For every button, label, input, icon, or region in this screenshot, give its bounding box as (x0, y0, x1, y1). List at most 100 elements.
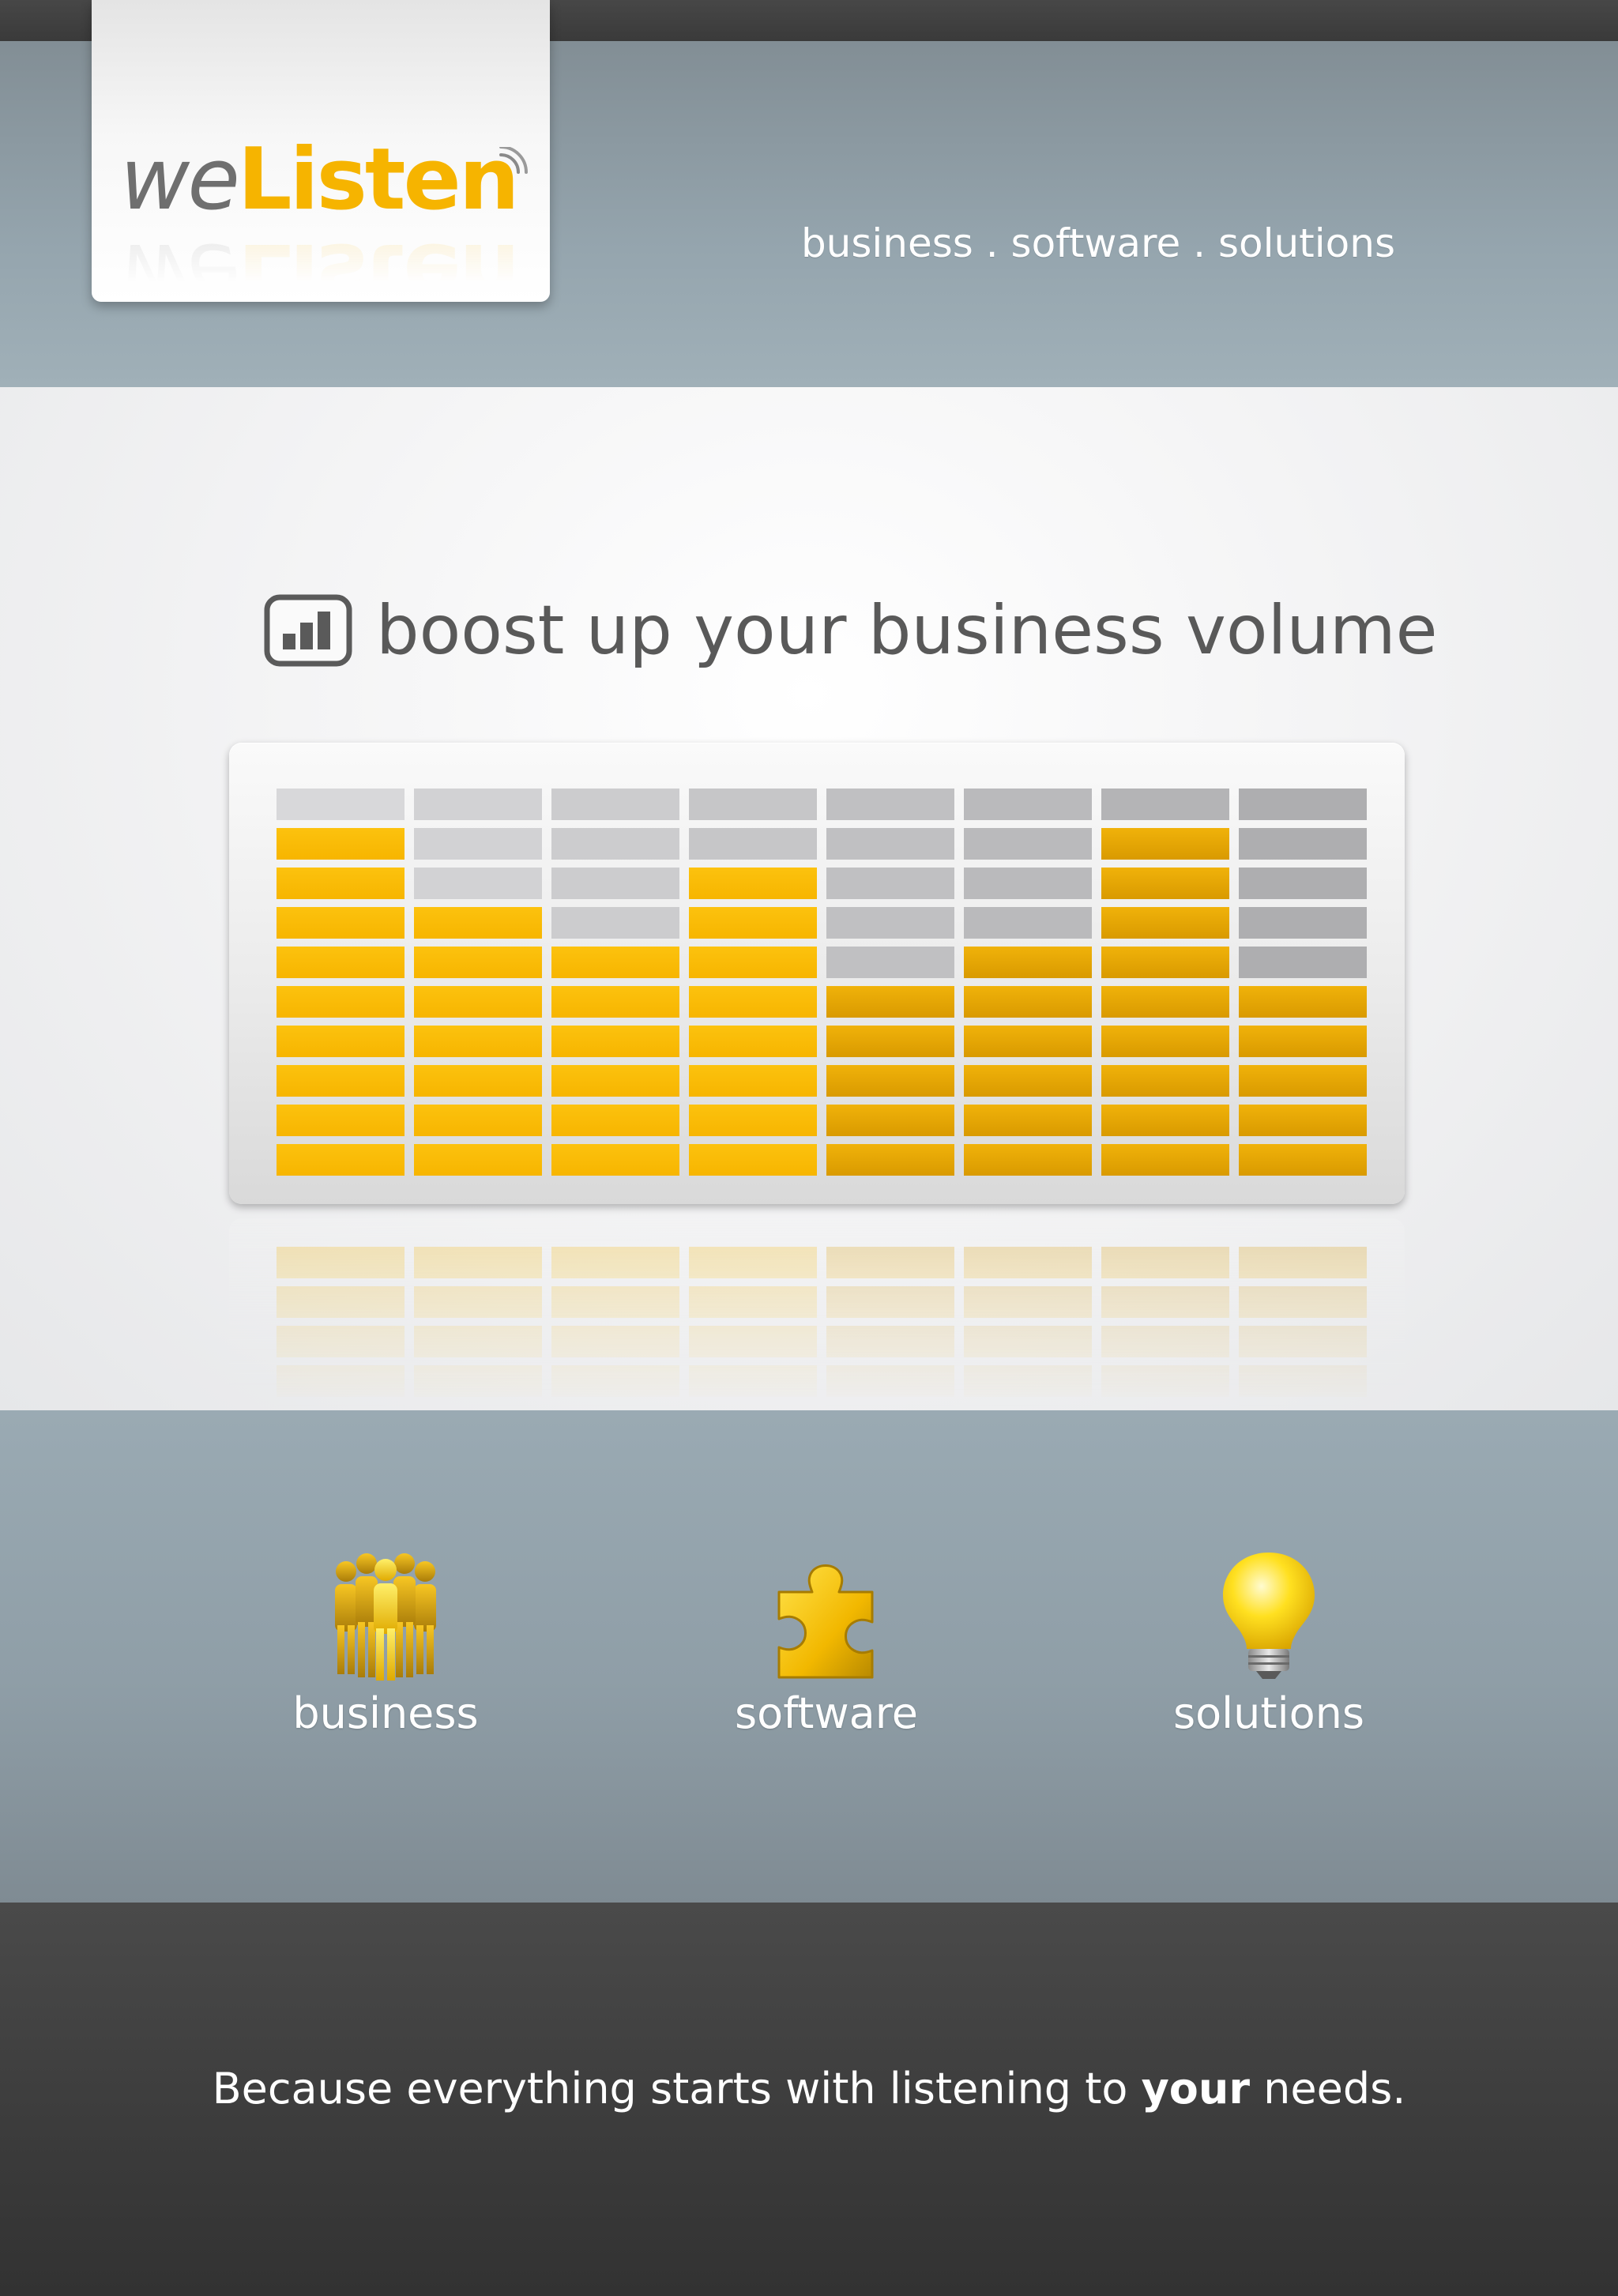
equalizer-cell (277, 789, 404, 820)
equalizer-cell (277, 1026, 404, 1057)
equalizer-cell (277, 986, 404, 1018)
equalizer-cell (964, 1026, 1092, 1057)
logo-reflection: weListen (120, 224, 517, 323)
logo-we: we (120, 130, 240, 229)
equalizer-cell (414, 907, 542, 939)
equalizer-cell (551, 1065, 679, 1097)
equalizer-cell (551, 1026, 679, 1057)
equalizer-cell (689, 789, 817, 820)
equalizer-cell (551, 828, 679, 860)
puzzle-piece-icon (777, 1564, 874, 1679)
equalizer-cell (1239, 1065, 1367, 1097)
equalizer-cell (964, 986, 1092, 1018)
headline-text: boost up your business volume (376, 591, 1438, 670)
footer-slogan: Because everything starts with listening… (212, 2064, 1406, 2113)
equalizer-cell (1101, 868, 1229, 899)
equalizer-cell (414, 986, 542, 1018)
feature-label: business (292, 1688, 479, 1738)
equalizer-cell (964, 1065, 1092, 1097)
equalizer-cell (826, 947, 954, 978)
equalizer-cell (1101, 789, 1229, 820)
equalizer-cell (277, 828, 404, 860)
equalizer-cell (689, 868, 817, 899)
equalizer-cell (277, 907, 404, 939)
equalizer-cell (826, 1144, 954, 1176)
logo-listen: Listen (237, 130, 520, 229)
equalizer-cell (1239, 907, 1367, 939)
equalizer-cell (689, 828, 817, 860)
equalizer-cell (1239, 1105, 1367, 1136)
equalizer-cell (964, 947, 1092, 978)
feature-business[interactable]: business (228, 1546, 544, 1744)
equalizer-cell (826, 907, 954, 939)
equalizer-panel (229, 743, 1405, 1204)
equalizer-cell (964, 907, 1092, 939)
equalizer-cell (1101, 828, 1229, 860)
equalizer-cell (1239, 986, 1367, 1018)
signal-wave-icon (499, 147, 528, 174)
equalizer-cell (551, 947, 679, 978)
feature-solutions[interactable]: solutions (1111, 1546, 1427, 1744)
footer: Because everything starts with listening… (0, 1903, 1618, 2296)
bar-chart-icon (264, 594, 352, 667)
equalizer-cell (826, 828, 954, 860)
equalizer-cell (964, 1105, 1092, 1136)
equalizer-cell (1101, 1065, 1229, 1097)
equalizer-cell (964, 828, 1092, 860)
equalizer-cell (414, 1105, 542, 1136)
equalizer-cell (689, 1144, 817, 1176)
equalizer-cell (689, 1105, 817, 1136)
equalizer-cell (1101, 1026, 1229, 1057)
equalizer-cell (689, 986, 817, 1018)
equalizer-cell (689, 1065, 817, 1097)
feature-software[interactable]: software (668, 1546, 984, 1744)
equalizer-cell (277, 1105, 404, 1136)
feature-label: software (735, 1688, 918, 1738)
equalizer-cell (1101, 1144, 1229, 1176)
equalizer-cell (414, 1026, 542, 1057)
equalizer-cell (414, 828, 542, 860)
equalizer-cell (551, 868, 679, 899)
equalizer-cell (414, 789, 542, 820)
equalizer-cell (964, 1144, 1092, 1176)
hero-section: boost up your business volume (0, 387, 1618, 1412)
equalizer-cell (277, 1065, 404, 1097)
equalizer-cell (551, 986, 679, 1018)
equalizer-cell (689, 947, 817, 978)
equalizer-cell (826, 1026, 954, 1057)
equalizer-cell (277, 868, 404, 899)
equalizer-cell (826, 1105, 954, 1136)
feature-label: solutions (1173, 1688, 1364, 1738)
equalizer-cell (826, 1065, 954, 1097)
headline: boost up your business volume (264, 591, 1438, 670)
tagline: business . software . solutions (800, 220, 1395, 266)
equalizer-cell (551, 789, 679, 820)
equalizer-cell (1101, 1105, 1229, 1136)
equalizer-cell (689, 1026, 817, 1057)
equalizer-cell (414, 1065, 542, 1097)
equalizer-cell (414, 1144, 542, 1176)
equalizer-cell (1239, 868, 1367, 899)
equalizer-cell (1239, 789, 1367, 820)
equalizer-cell (277, 947, 404, 978)
equalizer-cell (277, 1144, 404, 1176)
equalizer-cell (1239, 1144, 1367, 1176)
people-icon (335, 1553, 436, 1681)
equalizer-cell (414, 868, 542, 899)
equalizer-cell (1239, 947, 1367, 978)
equalizer-cell (1101, 907, 1229, 939)
logo-card: weListen weListen (92, 0, 550, 323)
equalizer-cell (689, 907, 817, 939)
equalizer-cell (1239, 828, 1367, 860)
equalizer-cell (551, 1105, 679, 1136)
features-band: business software solutions (0, 1410, 1618, 1903)
equalizer-reflection (229, 1218, 1405, 1408)
equalizer-cell (551, 907, 679, 939)
equalizer-cell (826, 868, 954, 899)
equalizer-cell (551, 1144, 679, 1176)
light-bulb-icon (1223, 1553, 1315, 1679)
equalizer-cell (1101, 986, 1229, 1018)
equalizer-cell (826, 986, 954, 1018)
equalizer-cell (414, 947, 542, 978)
equalizer-cell (1239, 1026, 1367, 1057)
